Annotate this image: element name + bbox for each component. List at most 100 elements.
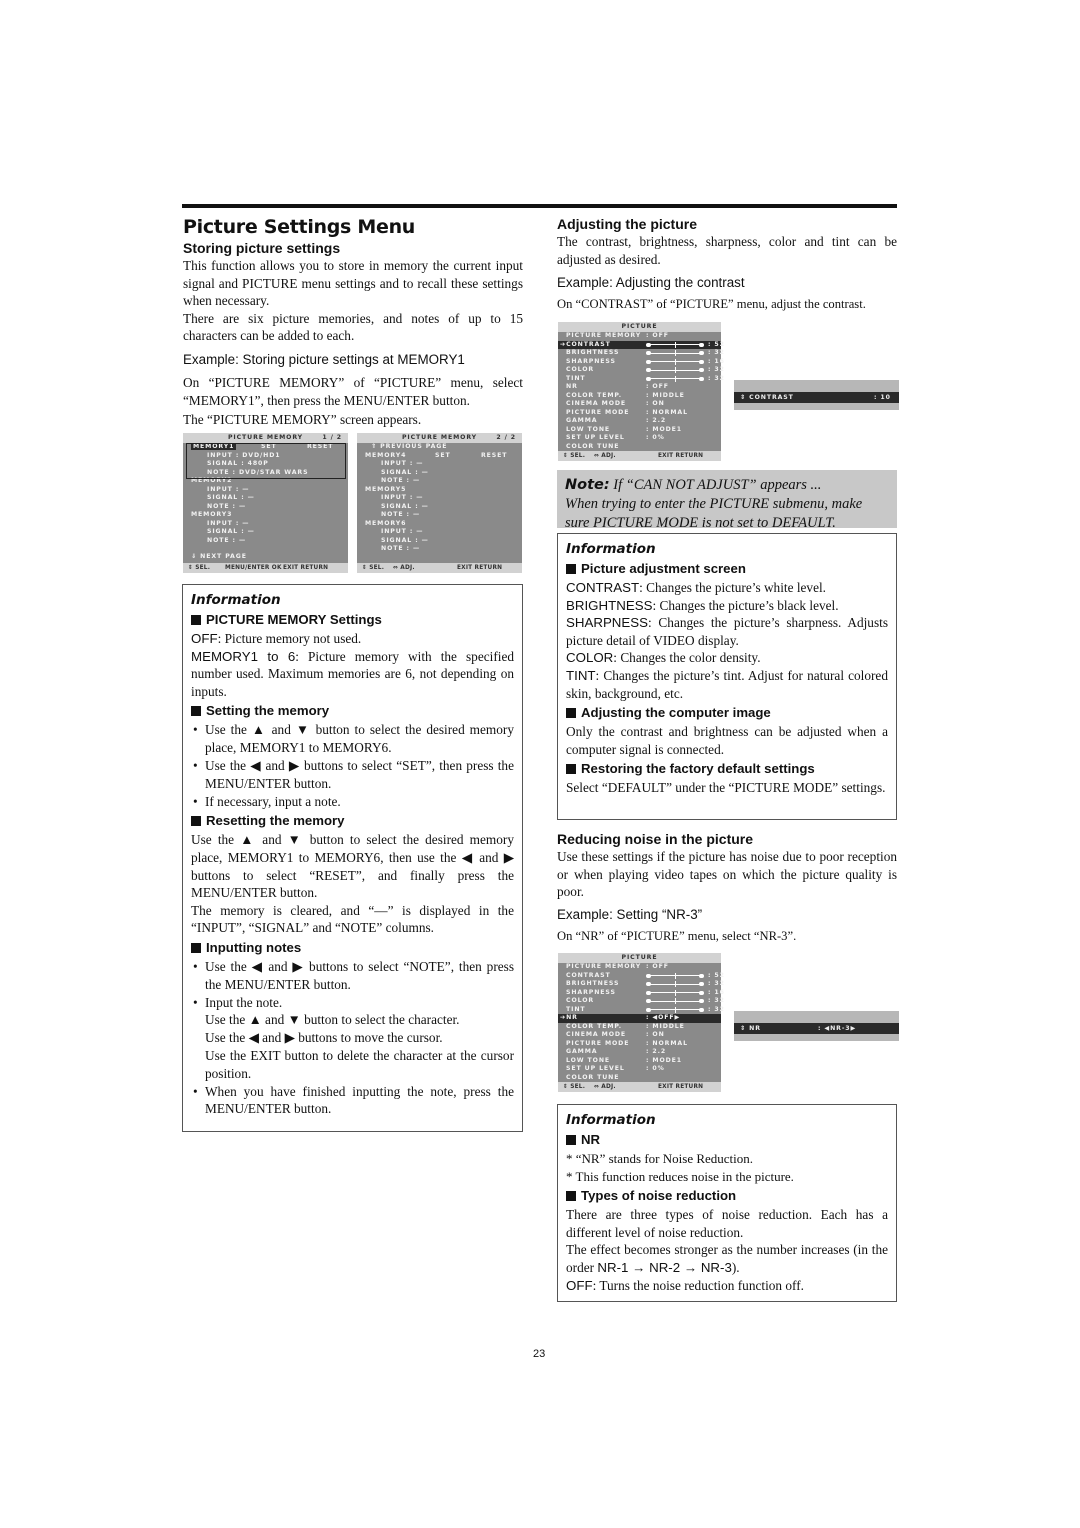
nr-strip: ⇕ NR : ◀NR-3▶ (734, 1023, 899, 1034)
menu-row-brightness[interactable]: BRIGHTNESS: 32 (558, 349, 724, 358)
row-value: : NORMAL (646, 1039, 688, 1047)
storing-heading: Storing picture settings (183, 240, 341, 256)
value-number: : 32 (708, 374, 725, 382)
inputting-notes-list: Use the ◀ and ▶ buttons to select “NOTE”… (191, 958, 514, 1118)
row-value: : MIDDLE (646, 391, 685, 399)
memory-row[interactable]: MEMORY6 (357, 520, 522, 529)
memory-detail-row: SIGNAL : — (183, 528, 348, 537)
definition-brightness: BRIGHTNESS: Changes the picture’s black … (566, 597, 888, 615)
menu-row-color-temp-[interactable]: COLOR TEMP.: MIDDLE (558, 1023, 721, 1032)
info-title: Information (566, 541, 656, 557)
value-slider[interactable] (646, 375, 704, 382)
menu-row-color[interactable]: COLOR: 32 (558, 997, 724, 1006)
menu-row-set-up-level[interactable]: SET UP LEVEL: 0% (558, 434, 721, 443)
row-label: INPUT : — (381, 460, 424, 467)
slider-knob[interactable] (675, 1006, 676, 1013)
right-column: Adjusting the picture The contrast, brig… (557, 216, 897, 314)
menu-row-color-tune[interactable]: COLOR TUNE (558, 1074, 721, 1083)
value-number: : 32 (708, 349, 725, 356)
osd-title: PICTURE (558, 322, 721, 332)
menu-row-gamma[interactable]: GAMMA: 2.2 (558, 417, 721, 426)
menu-row-nr[interactable]: NR: OFF (558, 383, 721, 392)
menu-row-picture-memory[interactable]: PICTURE MEMORY: OFF (558, 963, 721, 972)
reset-option[interactable]: RESET (481, 452, 507, 461)
menu-row-picture-mode[interactable]: PICTURE MODE: NORMAL (558, 1040, 721, 1049)
value-slider[interactable] (646, 341, 704, 348)
value-slider[interactable] (646, 358, 704, 365)
menu-row-picture-mode[interactable]: PICTURE MODE: NORMAL (558, 409, 721, 418)
slider-knob[interactable] (675, 375, 676, 382)
set-option[interactable]: SET (435, 452, 451, 461)
memory1-selection-frame (186, 443, 346, 479)
previous-page[interactable]: ⇑ PREVIOUS PAGE (357, 443, 522, 452)
memory-row[interactable]: MEMORY5 (357, 486, 522, 495)
row-label: SIGNAL : — (207, 494, 255, 501)
square-bullet-icon (566, 564, 576, 574)
menu-row-low-tone[interactable]: LOW TONE: MODE1 (558, 1057, 721, 1066)
memory-detail-row: NOTE : — (183, 503, 348, 512)
menu-row-tint[interactable]: TINT: 32 (558, 375, 724, 384)
picture-menu-screen-nr: PICTURE PICTURE MEMORY: OFF CONTRAST: 52 BR… (558, 953, 724, 1092)
value-slider[interactable] (646, 998, 704, 1004)
menu-row-cinema-mode[interactable]: CINEMA MODE: ON (558, 400, 721, 409)
term: SHARPNESS (566, 615, 649, 631)
menu-row-contrast[interactable]: CONTRAST: 52 (558, 972, 724, 981)
term: BRIGHTNESS (566, 597, 653, 613)
nr-types-text: There are three types of noise reduction… (566, 1207, 888, 1240)
footer-ret: EXIT RETURN (658, 1084, 704, 1090)
menu-row-low-tone[interactable]: LOW TONE: MODE1 (558, 426, 721, 435)
next-page[interactable]: ⇓ NEXT PAGE (191, 553, 247, 562)
memory-row[interactable]: MEMORY4 SET RESET (357, 452, 522, 461)
row-label: NOTE : — (381, 511, 421, 518)
slider-knob[interactable] (675, 367, 676, 373)
picture-memory-screen-1: PICTURE MEMORY 1 / 2 MEMORY1 SET RESET INPUT… (183, 433, 348, 573)
menu-row-sharpness[interactable]: SHARPNESS: 16 (558, 358, 724, 367)
value-number: : 32 (708, 980, 725, 987)
slider-knob[interactable] (675, 981, 676, 987)
menu-row-set-up-level[interactable]: SET UP LEVEL: 0% (558, 1065, 721, 1074)
memory-detail-row: INPUT : — (357, 494, 522, 503)
sub-line: Use the ▲ and ▼ button to select the cha… (205, 1012, 460, 1028)
value-slider[interactable] (646, 1006, 704, 1013)
slider-knob[interactable] (675, 341, 676, 348)
row-label: ➔CONTRAST (560, 340, 611, 348)
slider-knob[interactable] (675, 989, 676, 996)
menu-row-nr[interactable]: ➔NR: ◀OFF▶ (558, 1014, 721, 1023)
nr-value[interactable]: : ◀NR-3▶ (818, 1023, 856, 1034)
row-label: COLOR TEMP. (566, 391, 622, 399)
row-label: NOTE : — (207, 536, 247, 544)
menu-row-contrast[interactable]: ➔CONTRAST: 52 (558, 340, 724, 349)
square-bullet-icon (566, 1135, 576, 1145)
row-label: NR (566, 383, 578, 390)
value-slider[interactable] (646, 989, 704, 996)
slider-knob[interactable] (675, 972, 676, 979)
slider-knob[interactable] (675, 998, 676, 1004)
value-number: : 52 (708, 971, 725, 979)
memory-detail-row: NOTE : — (357, 545, 522, 554)
memory-detail-row: SIGNAL : — (357, 503, 522, 512)
menu-row-tint[interactable]: TINT: 32 (558, 1006, 724, 1015)
menu-row-cinema-mode[interactable]: CINEMA MODE: ON (558, 1031, 721, 1040)
row-label: COLOR TUNE (566, 1073, 620, 1081)
menu-row-brightness[interactable]: BRIGHTNESS: 32 (558, 980, 724, 989)
contrast-slider[interactable] (814, 396, 870, 400)
value-slider[interactable] (646, 972, 704, 979)
nr-line-1: * “NR” stands for Noise Reduction. (566, 1151, 754, 1166)
slider-knob[interactable] (675, 350, 676, 356)
section-heading: Resetting the memory (191, 812, 514, 830)
value-slider[interactable] (646, 367, 704, 373)
menu-row-color[interactable]: COLOR: 32 (558, 366, 724, 375)
value-number: : 32 (708, 1005, 725, 1013)
menu-row-color-tune[interactable]: COLOR TUNE (558, 443, 721, 452)
section-heading: NR (566, 1131, 888, 1149)
memory-detail-row: SIGNAL : — (357, 469, 522, 478)
noise-example: Example: Setting “NR-3” (557, 906, 703, 922)
value-slider[interactable] (646, 350, 704, 356)
menu-row-sharpness[interactable]: SHARPNESS: 16 (558, 989, 724, 998)
menu-row-gamma[interactable]: GAMMA: 2.2 (558, 1048, 721, 1057)
value-slider[interactable] (646, 981, 704, 987)
menu-row-picture-memory[interactable]: PICTURE MEMORY: OFF (558, 332, 721, 341)
slider-knob[interactable] (675, 358, 676, 365)
memory-row[interactable]: MEMORY3 (183, 511, 348, 520)
menu-row-color-temp-[interactable]: COLOR TEMP. : MIDDLE (558, 392, 721, 401)
